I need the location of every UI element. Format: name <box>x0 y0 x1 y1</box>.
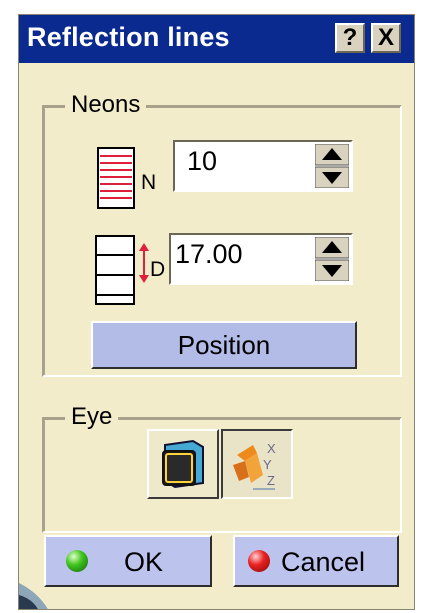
svg-text:Y: Y <box>263 457 272 472</box>
neons-legend: Neons <box>65 91 147 119</box>
cancel-button[interactable]: Cancel <box>233 535 399 587</box>
eye-compass-button[interactable]: X Y Z <box>221 429 293 499</box>
cancel-label: Cancel <box>281 547 366 577</box>
position-button[interactable]: Position <box>91 321 357 369</box>
help-button[interactable]: ? <box>335 23 365 53</box>
ok-button[interactable]: OK <box>44 535 212 587</box>
compass-icon: X Y Z <box>233 441 276 490</box>
reflection-lines-dialog: Reflection lines ? X Neons N 10 D 17.00 … <box>18 14 415 610</box>
distance-arrow-icon <box>139 243 149 283</box>
svg-text:Z: Z <box>267 473 275 488</box>
ok-label: OK <box>124 547 164 577</box>
distance-spinner[interactable]: 17.00 <box>169 233 353 285</box>
neon-lines-icon <box>97 147 135 209</box>
distance-icon <box>95 235 135 305</box>
svg-text:X: X <box>267 441 276 456</box>
dialog-title: Reflection lines <box>27 22 230 52</box>
green-ball-icon <box>66 550 88 572</box>
eye-legend: Eye <box>65 403 119 431</box>
distance-value[interactable]: 17.00 <box>175 239 243 270</box>
close-button[interactable]: X <box>371 23 401 53</box>
red-ball-icon <box>248 550 270 572</box>
number-value[interactable]: 10 <box>187 146 217 177</box>
number-spin-arrows-icon[interactable] <box>315 144 349 188</box>
number-label: N <box>141 171 157 194</box>
eye-screen-button[interactable] <box>147 429 219 499</box>
number-spinner[interactable]: 10 <box>173 140 353 192</box>
screen-icon <box>162 439 204 489</box>
title-bar[interactable]: Reflection lines ? X <box>19 15 414 63</box>
distance-label: D <box>150 258 166 281</box>
distance-spin-arrows-icon[interactable] <box>315 237 349 281</box>
